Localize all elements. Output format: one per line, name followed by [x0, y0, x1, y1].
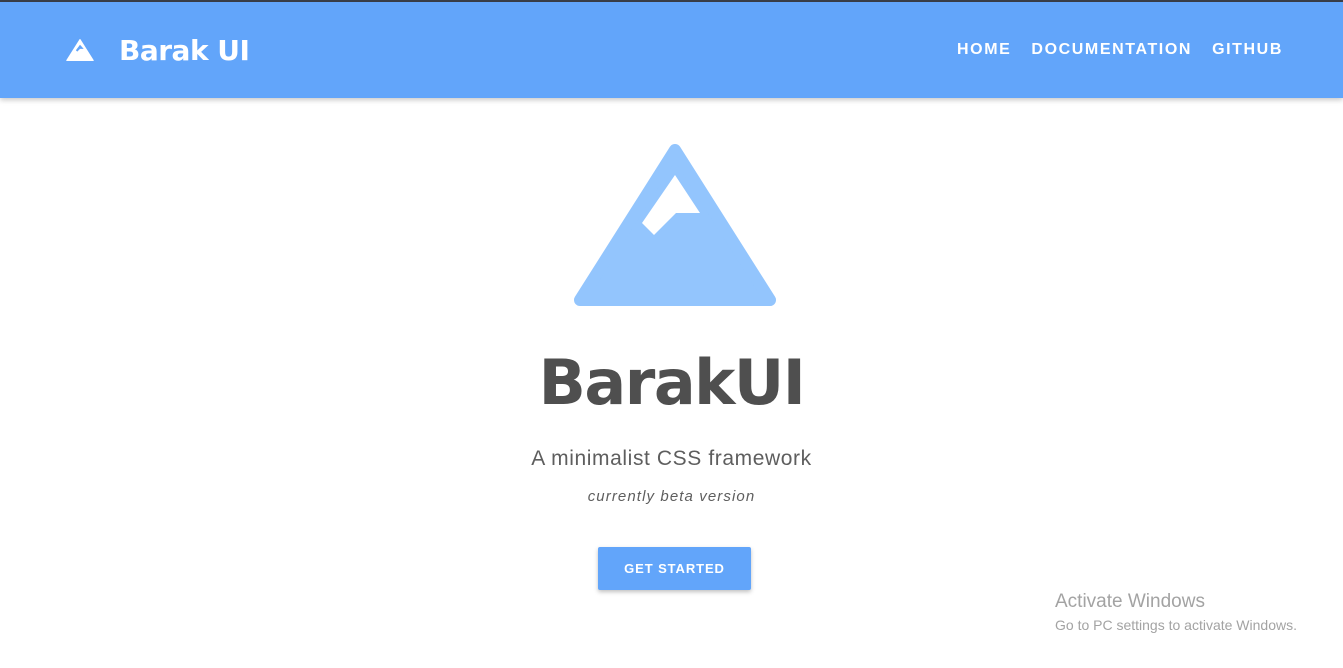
brand[interactable]: Barak UI	[66, 2, 250, 98]
watermark-subtitle: Go to PC settings to activate Windows.	[1055, 617, 1297, 633]
navbar: Barak UI HOME DOCUMENTATION GITHUB	[0, 2, 1343, 98]
nav-link-github[interactable]: GITHUB	[1212, 41, 1283, 59]
nav-links: HOME DOCUMENTATION GITHUB	[937, 2, 1283, 98]
mountain-icon	[574, 144, 776, 306]
hero-note: currently beta version	[587, 488, 756, 505]
brand-name: Barak UI	[119, 33, 250, 67]
activate-windows-watermark: Activate Windows Go to PC settings to ac…	[1055, 591, 1297, 635]
mountain-icon	[66, 39, 94, 61]
watermark-title: Activate Windows	[1055, 591, 1205, 612]
hero-title: BarakUI	[538, 346, 806, 419]
nav-link-documentation[interactable]: DOCUMENTATION	[1031, 41, 1192, 59]
hero-subtitle: A minimalist CSS framework	[531, 447, 812, 470]
get-started-button[interactable]: GET STARTED	[598, 547, 751, 590]
nav-link-home[interactable]: HOME	[957, 41, 1011, 59]
